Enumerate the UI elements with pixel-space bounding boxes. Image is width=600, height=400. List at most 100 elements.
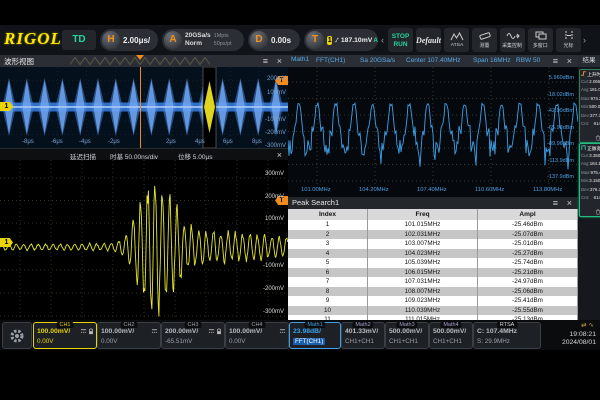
channel-offset: CH1+CH1 bbox=[433, 338, 462, 345]
fft-y-label: -42.00dBm bbox=[547, 108, 574, 114]
sample-rate: 20GSa/s bbox=[185, 32, 211, 40]
stop-label: STOP bbox=[392, 33, 410, 40]
table-row[interactable]: 1101.015MHz-25.46dBm bbox=[288, 220, 578, 230]
channel-box-math1[interactable]: Math123.98dB/FFT(CH1) bbox=[289, 322, 341, 349]
lan-icon: ⇄ bbox=[581, 322, 588, 329]
table-row[interactable]: 10110.039MHz-25.55dBm bbox=[288, 306, 578, 316]
delayed-sweep-panel[interactable]: 1 T 300mV200mV100mV-100mV-200mV-300mV4.8… bbox=[0, 160, 288, 345]
delete-icon[interactable] bbox=[595, 209, 600, 215]
channel-scale: C: 107.4MHz bbox=[477, 328, 517, 335]
rise-time-icon bbox=[581, 71, 586, 76]
measurement-card-pos-width[interactable]: 正脉宽(C1) Cur:3.3500nsAvg:184.15nsMax:975.… bbox=[579, 143, 600, 217]
channel-box-ch4[interactable]: CH4100.00mV/0.00V bbox=[225, 322, 289, 349]
wave-x-label: -6μs bbox=[51, 139, 63, 145]
fft-close-icon[interactable]: × bbox=[567, 55, 572, 67]
table-row[interactable]: 9109.023MHz-25.41dBm bbox=[288, 296, 578, 306]
fft-y-label: -65.98dBm bbox=[547, 125, 574, 131]
waveform-view-header[interactable]: 波形视图 ≡ × bbox=[0, 55, 288, 67]
fft-plot[interactable]: 5.960dBm-18.02dBm-42.00dBm-65.98dBm-89.9… bbox=[288, 67, 578, 197]
channel-box-ch2[interactable]: CH2100.00mV/0.00V bbox=[97, 322, 161, 349]
lock-icon bbox=[88, 328, 94, 335]
h-knob-icon[interactable]: H bbox=[102, 31, 120, 49]
measurement-row: Min:500.00ps bbox=[581, 103, 600, 111]
channel-box-ch3[interactable]: CH3200.00mV/-65.51mV bbox=[161, 322, 225, 349]
cursor-button[interactable]: 光标 bbox=[556, 28, 581, 52]
channel-box-math3[interactable]: Math3500.00mV/CH1+CH1 bbox=[385, 322, 429, 349]
measurement-row: Max:974.25ns bbox=[581, 95, 600, 103]
wave-y-label: -100mV bbox=[265, 117, 286, 123]
run-stop-button[interactable]: STOP RUN bbox=[388, 28, 413, 52]
usb-icon: ∿ bbox=[589, 322, 596, 329]
measure-button[interactable]: 测量 bbox=[472, 28, 497, 52]
measurement-card-rise-time[interactable]: 上升时间(C1) Cur:2.0650nsAvg:181.05nsMax:974… bbox=[579, 69, 600, 143]
peak-menu-icon[interactable]: ≡ bbox=[553, 197, 558, 209]
fft-rbw: RBW 50 bbox=[516, 57, 540, 64]
fft-y-label: -89.96dBm bbox=[547, 141, 574, 147]
table-row[interactable]: 3103.007MHz-25.01dBm bbox=[288, 239, 578, 249]
lock-icon bbox=[216, 328, 222, 335]
run-label: RUN bbox=[393, 41, 407, 48]
gear-icon bbox=[9, 328, 25, 344]
zoom-y-label: 100mV bbox=[265, 216, 284, 222]
cursor-label: 光标 bbox=[564, 41, 574, 48]
overview-waveform-plot[interactable]: 1 T 200mV100mV-100mV-200mV-300mV-8μs-6μs… bbox=[0, 67, 288, 148]
table-row[interactable]: 5105.039MHz-25.74dBm bbox=[288, 258, 578, 268]
table-row[interactable]: 8108.007MHz-25.06dBm bbox=[288, 287, 578, 297]
wave-x-label: -8μs bbox=[22, 139, 34, 145]
acquire-control-button[interactable]: 采集控制 bbox=[500, 28, 525, 52]
table-row[interactable]: 7107.031MHz-24.97dBm bbox=[288, 277, 578, 287]
panel-close-icon[interactable]: × bbox=[277, 55, 282, 67]
atsa-button[interactable]: ATSA bbox=[444, 28, 469, 52]
t-knob-icon[interactable]: T bbox=[306, 31, 324, 49]
channel-box-math2[interactable]: Math2401.33mV/CH1+CH1 bbox=[341, 322, 385, 349]
wave-y-label: -200mV bbox=[265, 130, 286, 136]
peak-search-header[interactable]: Peak Search1 ≡ × bbox=[288, 197, 578, 209]
fft-x-label: 113.80MHz bbox=[533, 187, 562, 193]
wave-y-label: 100mV bbox=[267, 90, 286, 96]
clock-widget[interactable]: ⇄∿ 19:08:21 2024/08/01 bbox=[562, 322, 596, 348]
trigger-coupling: A bbox=[373, 37, 378, 44]
trigger-level: 187.10mV bbox=[341, 37, 372, 44]
measure-label: 测量 bbox=[480, 41, 490, 48]
default-button[interactable]: Default bbox=[416, 28, 441, 52]
toolbar-collapse-icon[interactable]: ‹ bbox=[381, 35, 384, 45]
toolbar-more-icon[interactable]: › bbox=[583, 35, 586, 45]
waveform-arrow-icon bbox=[506, 31, 520, 40]
dc-coupling-icon bbox=[208, 328, 215, 334]
channel-box-rtsa[interactable]: RTSAC: 107.4MHzS: 29.9MHz bbox=[473, 322, 541, 349]
channel-box-ch1[interactable]: CH1100.00mV/0.00V bbox=[33, 322, 97, 349]
date-label: 2024/08/01 bbox=[562, 339, 596, 348]
table-row[interactable]: 4104.023MHz-25.27dBm bbox=[288, 249, 578, 259]
table-row[interactable]: 6106.015MHz-25.21dBm bbox=[288, 268, 578, 278]
fft-y-label: -18.02dBm bbox=[547, 92, 574, 98]
panel-menu-icon[interactable]: ≡ bbox=[263, 55, 268, 67]
fft-header[interactable]: Math1 FFT(CH1) Sa 20GSa/s Center 107.40M… bbox=[288, 55, 578, 67]
delay-value: 0.00s bbox=[271, 36, 291, 45]
horizontal-timebase-control[interactable]: H 2.00μs/ bbox=[100, 29, 158, 51]
acq-mode: Norm bbox=[185, 40, 211, 48]
delay-control[interactable]: D 0.00s bbox=[248, 29, 300, 51]
channel-offset: 0.00V bbox=[229, 338, 245, 345]
rigol-logo: RIGOL bbox=[4, 29, 62, 49]
d-knob-icon[interactable]: D bbox=[250, 31, 268, 49]
channel-offset: -65.51mV bbox=[165, 338, 192, 345]
pulse-width-icon bbox=[581, 145, 586, 150]
table-row[interactable]: 2102.031MHz-25.07dBm bbox=[288, 230, 578, 240]
channel-scale: 500.00mV/ bbox=[389, 328, 422, 335]
delete-icon[interactable] bbox=[595, 135, 600, 141]
acquisition-control[interactable]: A 20GSa/s Norm 1Mpts 50ps/pt bbox=[162, 29, 244, 51]
fft-x-label: 107.40MHz bbox=[417, 187, 447, 193]
measurement-row: Avg:184.15ns bbox=[581, 160, 600, 168]
channel-box-math4[interactable]: Math4500.00mV/CH1+CH1 bbox=[429, 322, 473, 349]
multi-window-button[interactable]: 多窗口 bbox=[528, 28, 553, 52]
peak-close-icon[interactable]: × bbox=[567, 197, 572, 209]
trigger-control[interactable]: T 1 187.10mV A bbox=[304, 29, 378, 51]
a-knob-icon[interactable]: A bbox=[164, 31, 182, 49]
windows-icon bbox=[535, 31, 547, 40]
channel-offset: CH1+CH1 bbox=[345, 338, 374, 345]
settings-button[interactable] bbox=[2, 322, 32, 349]
fft-menu-icon[interactable]: ≡ bbox=[553, 55, 558, 67]
channel-offset: FFT(CH1) bbox=[293, 338, 325, 345]
measurement-row: Cnt:614 bbox=[581, 120, 600, 128]
default-label: Default bbox=[416, 36, 441, 45]
